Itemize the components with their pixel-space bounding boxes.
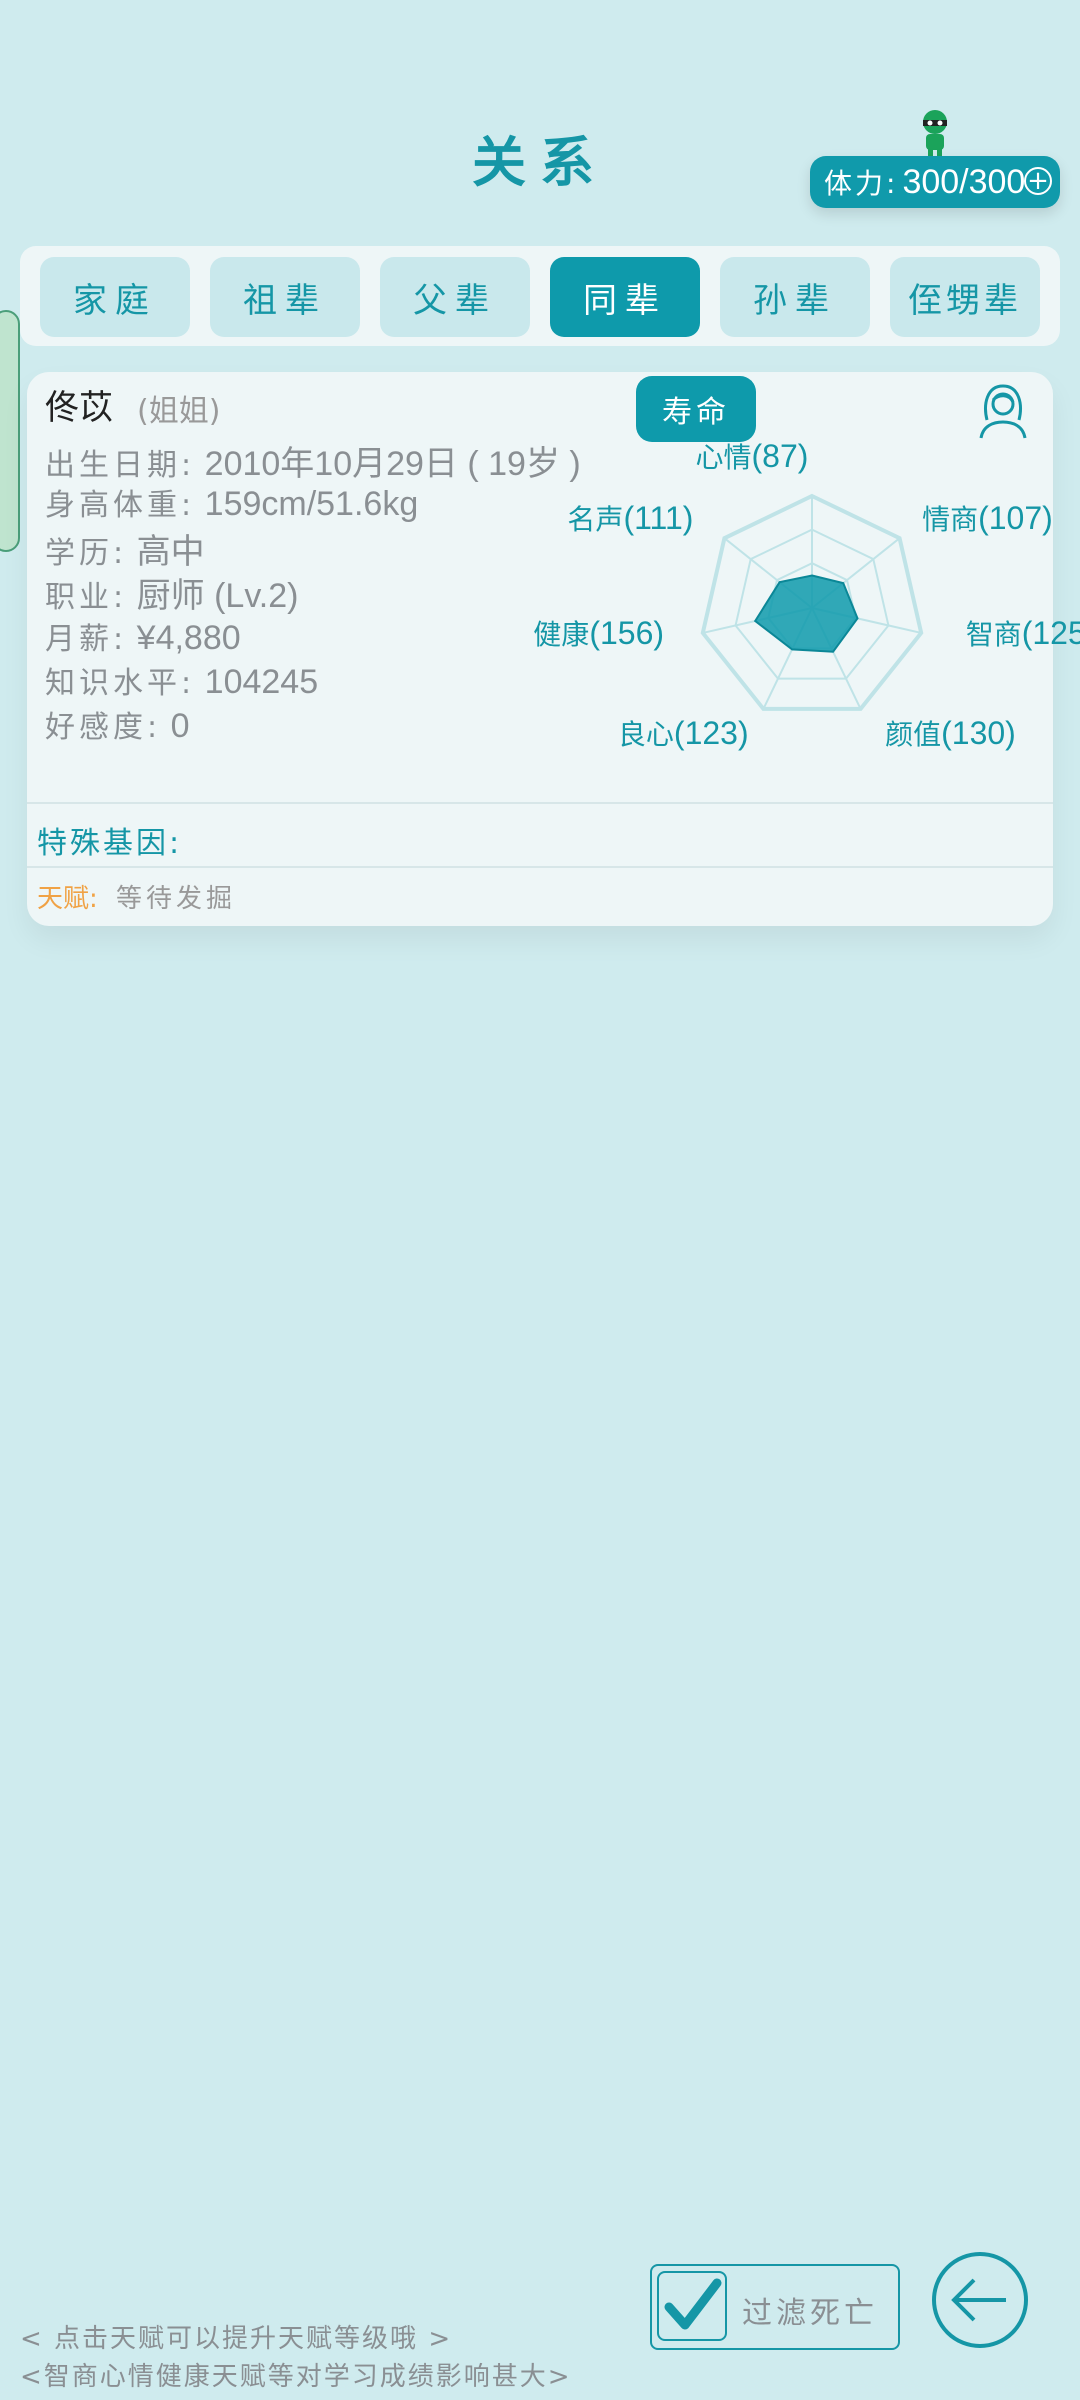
radar-axis-name: 良心 (617, 717, 674, 751)
special-gene-label: 特殊基因: (37, 826, 183, 861)
person-card[interactable]: 佟苡 (姐姐) 寿命 出生日期: 2010年10月29日 ( 19岁 ) 身高体… (27, 372, 1080, 926)
info-occupation: 职业: 厨师 (Lv.2) (45, 568, 299, 617)
radar-grid-ring (767, 562, 857, 650)
info-value: 159cm/51.6kg (204, 485, 419, 523)
radar-label-1: 心情(87) (696, 436, 809, 476)
info-label: 好感度: (45, 710, 162, 745)
radar-axis-name: 名声 (567, 503, 624, 537)
info-birthdate: 出生日期: 2010年10月29日 ( 19岁 ) (45, 436, 581, 485)
tab-family[interactable]: 家庭 (40, 257, 190, 337)
talent-row[interactable]: 天赋: 等待发掘 (37, 878, 236, 915)
radar-axis-line (811, 607, 922, 634)
info-salary: 月薪: ¥4,880 (45, 614, 241, 658)
tab-nephews[interactable]: 侄甥辈 (890, 257, 1040, 337)
radar-axis-line (811, 537, 901, 609)
stamina-display: 体力: 300/300 + (810, 156, 1060, 208)
back-arrow-circle-icon[interactable] (930, 2250, 1030, 2350)
radar-grid-ring (700, 493, 924, 711)
filter-checkbox[interactable] (657, 2271, 727, 2341)
radar-axis-value: (107) (978, 500, 1053, 537)
person-relation: (姐姐) (137, 394, 221, 429)
side-drawer-handle[interactable] (0, 310, 20, 552)
radar-axis-value: (87) (751, 438, 809, 474)
radar-axis-name: 情商 (922, 503, 979, 537)
info-label: 知识水平: (45, 666, 196, 701)
relation-tab-bar: 家庭 祖辈 父辈 同辈 孙辈 侄甥辈 (20, 246, 1060, 346)
radar-axis-name: 颜值 (885, 717, 942, 751)
info-value: 高中 (136, 533, 205, 571)
stamina-value: 300/300 (902, 162, 1026, 201)
info-affection: 好感度: 0 (45, 702, 190, 746)
info-value: ¥4,880 (136, 619, 241, 657)
info-label: 学历: (45, 536, 128, 571)
talent-label: 天赋: (37, 884, 98, 914)
radar-label-2: 情商(107) (922, 498, 1053, 538)
radar-axis-name: 智商 (965, 617, 1022, 651)
radar-label-3: 智商(125) (966, 613, 1080, 653)
hint-line-2: <智商心情健康天赋等对学习成绩影响甚大> (20, 2362, 572, 2392)
filter-dead-toggle[interactable]: 过滤死亡 (650, 2264, 900, 2350)
info-value: 厨师 (Lv.2) (136, 577, 299, 615)
tab-grandparents[interactable]: 祖辈 (210, 257, 360, 337)
radar-axis-value: (111) (623, 500, 694, 537)
card-divider (27, 802, 1053, 804)
radar-label-7: 名声(111) (567, 498, 693, 538)
radar-axis-line (762, 607, 813, 710)
female-avatar-icon (979, 384, 1027, 439)
tab-grandchildren[interactable]: 孙辈 (720, 257, 870, 337)
radar-axis-line (702, 607, 813, 634)
info-value: 2010年10月29日 ( 19岁 ) (204, 445, 581, 483)
tab-peers[interactable]: 同辈 (550, 257, 700, 337)
info-label: 月薪: (45, 622, 128, 657)
radar-axis-value: (125) (1021, 614, 1080, 651)
radar-axis-value: (130) (941, 714, 1016, 751)
radar-axis-value: (156) (589, 614, 665, 651)
radar-axis-name: 心情 (695, 441, 752, 474)
green-character-icon (923, 110, 947, 158)
stamina-label: 体力: (824, 167, 899, 200)
info-label: 职业: (45, 580, 128, 615)
info-education: 学历: 高中 (45, 524, 205, 573)
radar-value-polygon (753, 574, 859, 653)
hint-line-1: < 点击天赋可以提升天赋等级哦 > (20, 2324, 453, 2354)
filter-label: 过滤死亡 (742, 2296, 878, 2331)
talent-value[interactable]: 等待发掘 (116, 884, 236, 914)
info-value: 0 (170, 707, 190, 745)
info-label: 出生日期: (45, 448, 196, 483)
card-divider (27, 866, 1053, 868)
radar-axis-name: 健康 (533, 617, 590, 651)
person-name: 佟苡 (45, 388, 113, 428)
radar-label-5: 良心(123) (618, 713, 749, 753)
tab-parents[interactable]: 父辈 (380, 257, 530, 337)
radar-label-6: 健康(156) (533, 613, 664, 653)
plus-circle-icon[interactable]: + (1024, 167, 1052, 195)
lifespan-button[interactable]: 寿命 (636, 376, 756, 442)
info-height-weight: 身高体重: 159cm/51.6kg (45, 480, 418, 524)
radar-label-4: 颜值(130) (885, 713, 1016, 753)
info-knowledge: 知识水平: 104245 (45, 658, 318, 702)
check-icon (664, 2278, 722, 2330)
info-value: 104245 (204, 663, 319, 701)
radar-axis-line (811, 607, 862, 710)
radar-axis-line (723, 537, 813, 609)
radar-axis-value: (123) (673, 714, 749, 751)
info-label: 身高体重: (45, 488, 196, 523)
radar-grid-ring (734, 528, 890, 680)
